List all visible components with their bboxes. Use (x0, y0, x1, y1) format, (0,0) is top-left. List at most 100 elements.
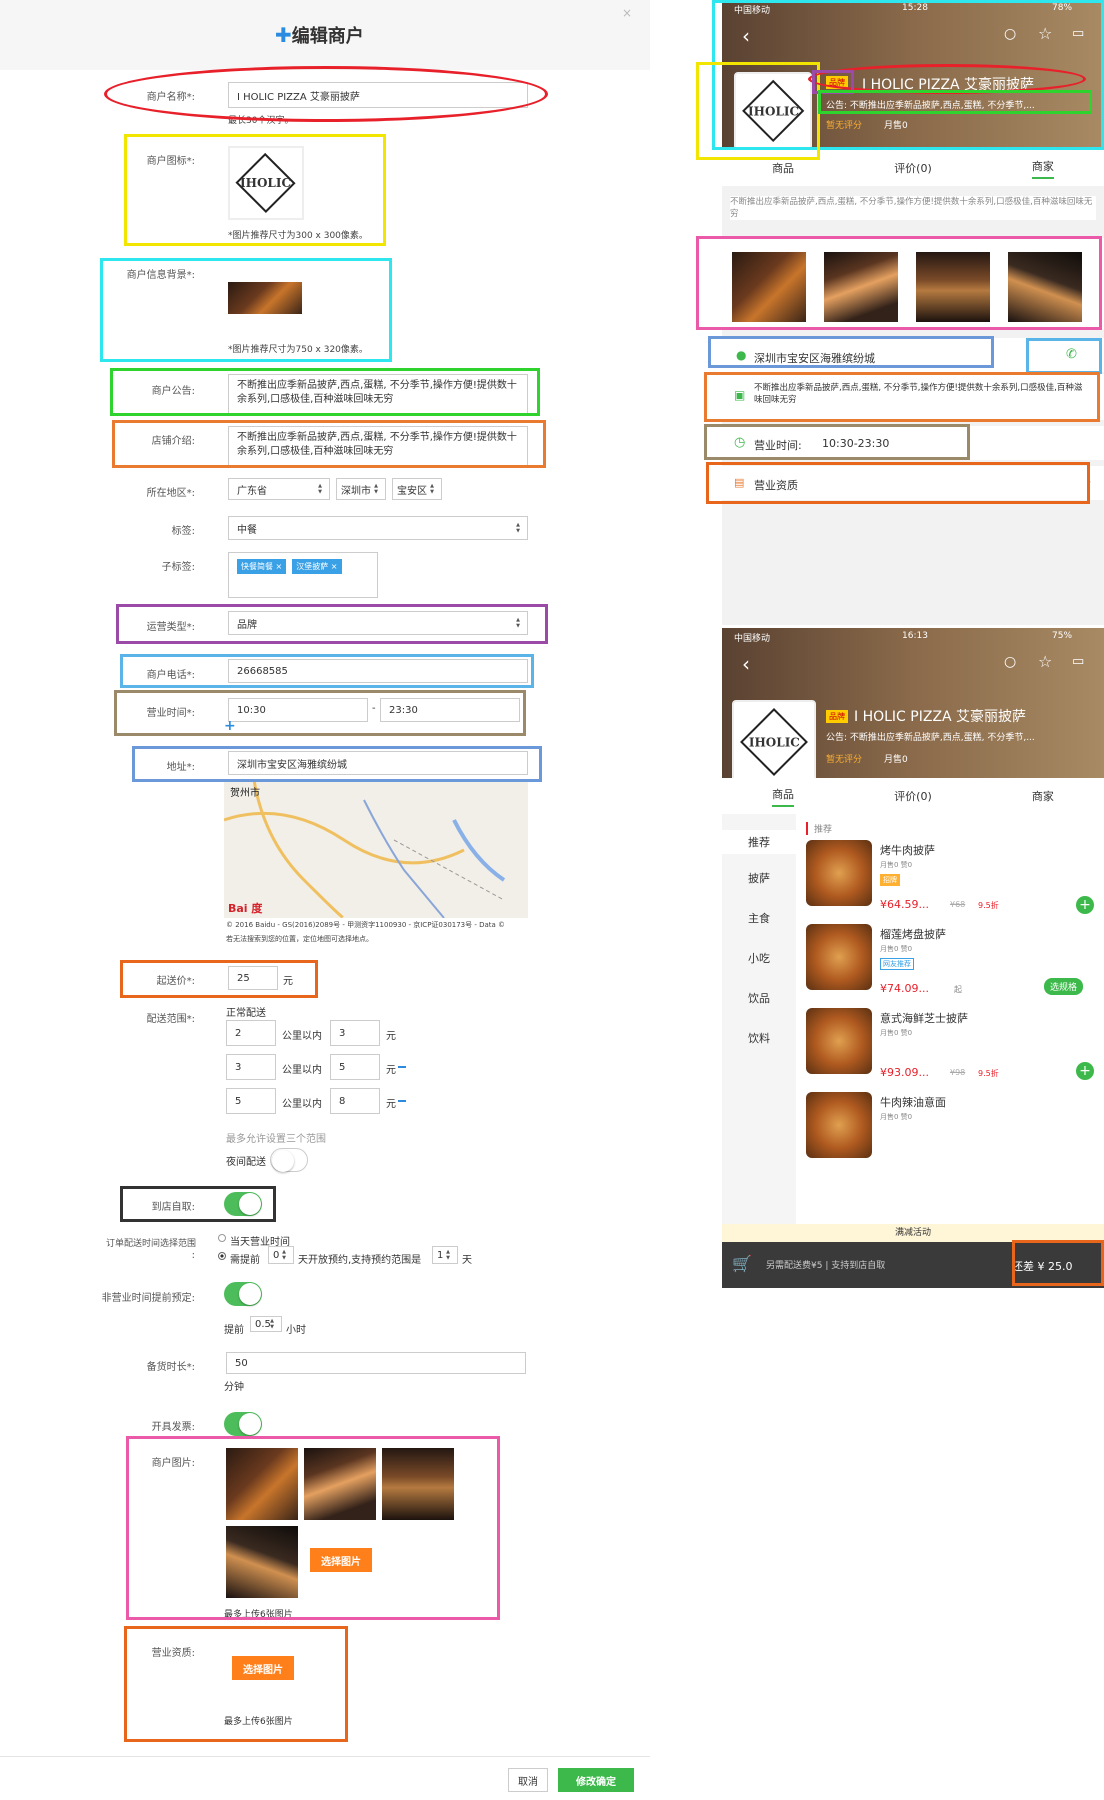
p2-notice: 公告: 不断推出应季新品披萨,西点,蛋糕, 不分季节,... (826, 733, 1035, 743)
range-days-select[interactable]: 1 (432, 1246, 458, 1264)
invoice-toggle[interactable] (224, 1412, 262, 1436)
highlight-license (124, 1626, 348, 1742)
p2-category-recommend[interactable]: 推荐 (722, 830, 796, 854)
p2-add-button-3[interactable]: + (1076, 1062, 1094, 1080)
range-fee-input-3[interactable]: 8 (330, 1088, 380, 1114)
time-radio-1[interactable] (218, 1234, 226, 1242)
cancel-button[interactable]: 取消 (508, 1768, 548, 1792)
highlight-minprice (120, 960, 318, 998)
range-fee-input-2[interactable]: 5 (330, 1054, 380, 1080)
p2-section-title: 推荐 (806, 822, 832, 835)
p2-tab-goods[interactable]: 商品 (772, 786, 795, 807)
highlight-photos (126, 1436, 500, 1620)
subtag-chip-2[interactable]: 汉堡披萨 × (292, 559, 342, 574)
baidu-logo: Bai 度 (228, 902, 263, 915)
p1-highlight-photos (696, 236, 1102, 330)
phone-preview-goods: 中国移动 16:13 75% ‹ ○ ☆ ▭ IHOLIC 品牌 I HOLIC… (722, 628, 1104, 1288)
p2-category-beverage[interactable]: 饮料 (722, 1030, 796, 1046)
preorder-toggle[interactable] (224, 1282, 262, 1306)
p2-item-image-3[interactable] (806, 1008, 872, 1074)
p2-item-name-2: 榴莲烤盘披萨 (880, 928, 946, 941)
p2-item-orig-3: ¥98 (950, 1068, 966, 1077)
p2-item-price-1: ¥64.59... (880, 898, 929, 911)
close-icon[interactable]: × (622, 6, 632, 20)
p2-category-pizza[interactable]: 披萨 (722, 870, 796, 886)
p2-item-badge-2: 网友推荐 (880, 958, 914, 970)
p1-highlight-license (706, 462, 1090, 504)
remove-range-button-2[interactable] (398, 1066, 406, 1068)
time-radio-2[interactable] (218, 1252, 226, 1260)
p2-star-icon[interactable]: ☆ (1038, 652, 1052, 671)
highlight-intro (112, 420, 546, 468)
night-delivery-label: 夜间配送 (226, 1157, 266, 1168)
p2-item-image-1[interactable] (806, 840, 872, 906)
p2-add-button-1[interactable]: + (1076, 896, 1094, 914)
map-copyright: © 2016 Baidu - GS(2016)2089号 - 甲测资字11009… (226, 921, 506, 929)
map[interactable]: 贺州市 Bai 度 (224, 780, 528, 918)
order-time-label: 订单配送时间选择范围 (105, 1239, 196, 1249)
p1-tab-reviews[interactable]: 评价(0) (894, 160, 932, 176)
p2-item-meta-2: 月售0 赞0 (880, 945, 913, 953)
p2-back-icon[interactable]: ‹ (742, 652, 750, 676)
highlight-optype (116, 604, 548, 644)
p2-category-staple[interactable]: 主食 (722, 910, 796, 926)
p2-category-snack[interactable]: 小吃 (722, 950, 796, 966)
map-hint: 若无法搜索到您的位置，定位地图可选择地点。 (226, 935, 373, 943)
highlight-icon (124, 134, 386, 246)
p2-spec-button-2[interactable]: 选规格 (1044, 978, 1084, 995)
p1-intro: 不断推出应季新品披萨,西点,蛋糕, 不分季节,操作方便!提供数十余系列,口感极佳… (730, 196, 1096, 220)
highlight-address (132, 746, 542, 782)
form-title: ✚编辑商户 (275, 23, 364, 47)
range-km-input-3[interactable]: 5 (226, 1088, 276, 1114)
p2-brand-badge: 品牌 (826, 710, 848, 723)
subtag-box[interactable]: 快餐简餐 × 汉堡披萨 × (228, 552, 378, 598)
invoice-label: 开具发票: (151, 1422, 195, 1433)
p2-tab-reviews[interactable]: 评价(0) (894, 788, 932, 804)
p2-item-price-3: ¥93.09... (880, 1066, 929, 1079)
prep-input[interactable]: 50 (226, 1352, 526, 1374)
tag-label: 标签: (171, 526, 195, 537)
confirm-button[interactable]: 修改确定 (558, 1768, 634, 1792)
p1-tab-goods[interactable]: 商品 (772, 160, 794, 176)
p2-item-image-2[interactable] (806, 924, 872, 990)
night-delivery-toggle[interactable] (270, 1148, 308, 1172)
highlight-notice (110, 368, 540, 416)
preorder-hours-select[interactable]: 0.5 (250, 1316, 282, 1332)
p2-item-meta-4: 月售0 赞0 (880, 1113, 913, 1121)
p2-sales: 月售0 (884, 755, 908, 765)
p2-item-name-3: 意式海鲜芝士披萨 (880, 1012, 968, 1025)
range-unit-3: 元 (386, 1099, 396, 1110)
city-select[interactable]: 深圳市 (336, 478, 386, 500)
region-label: 所在地区*: (146, 488, 195, 499)
p2-category-drink[interactable]: 饮品 (722, 990, 796, 1006)
p2-item-image-4[interactable] (806, 1092, 872, 1158)
range-fee-input-1[interactable]: 3 (330, 1020, 380, 1046)
time-option-2-prefix: 需提前 (230, 1255, 260, 1266)
advance-days-select[interactable]: 0 (268, 1246, 294, 1264)
range-km-input-1[interactable]: 2 (226, 1020, 276, 1046)
preorder-unit: 小时 (286, 1325, 306, 1336)
tag-select[interactable]: 中餐 (228, 516, 528, 540)
prep-unit: 分钟 (224, 1382, 244, 1393)
p2-item-price-2: ¥74.09... (880, 982, 929, 995)
range-km-input-2[interactable]: 3 (226, 1054, 276, 1080)
range-km-label-1: 公里以内 (282, 1031, 322, 1042)
highlight-hours (114, 690, 526, 736)
p1-highlight-address (708, 336, 994, 368)
highlight-ellipse-name (104, 66, 548, 122)
p2-item-orig-2: 起 (954, 985, 962, 994)
p2-merchant-name: I HOLIC PIZZA 艾豪丽披萨 (854, 709, 1027, 725)
p2-search-icon[interactable]: ○ (1004, 654, 1016, 670)
p2-item-name-4: 牛肉辣油意面 (880, 1096, 946, 1109)
p1-tab-merchant[interactable]: 商家 (1031, 158, 1054, 179)
map-city-label: 贺州市 (230, 788, 260, 799)
cart-icon[interactable]: 🛒 (732, 1254, 752, 1273)
province-select[interactable]: 广东省 (228, 478, 330, 500)
p2-chat-icon[interactable]: ▭ (1072, 654, 1084, 669)
district-select[interactable]: 宝安区 (392, 478, 442, 500)
range-mode: 正常配送 (226, 1008, 266, 1019)
p2-item-meta-1: 月售0 赞0 (880, 861, 913, 869)
remove-range-button-3[interactable] (398, 1100, 406, 1102)
subtag-chip-1[interactable]: 快餐简餐 × (237, 559, 287, 574)
p2-tab-merchant[interactable]: 商家 (1032, 788, 1054, 804)
